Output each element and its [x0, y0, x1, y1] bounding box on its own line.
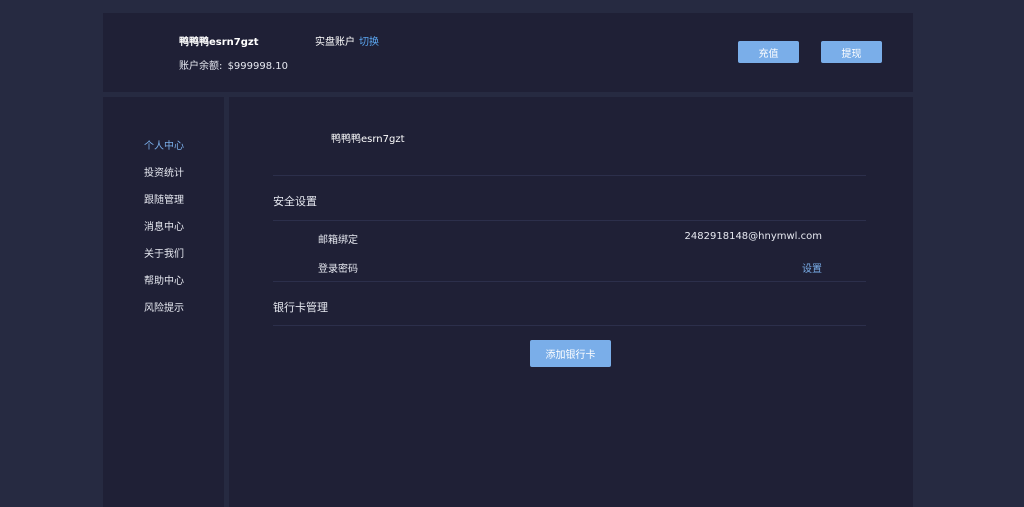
main-content: 鸭鸭鸭esrn7gzt 安全设置 邮箱绑定 2482918148@hnymwl.…	[229, 97, 913, 507]
sidebar-item-help-center[interactable]: 帮助中心	[144, 272, 184, 287]
balance-value: $999998.10	[227, 61, 289, 72]
sidebar-item-message-center[interactable]: 消息中心	[144, 218, 184, 233]
header-username: 鸭鸭鸭esrn7gzt	[179, 37, 259, 48]
sidebar-item-investment-stats[interactable]: 投资统计	[144, 164, 184, 179]
account-type: 实盘账户 切换	[315, 33, 379, 48]
security-settings-title: 安全设置	[273, 195, 317, 208]
page-container: 鸭鸭鸭esrn7gzt 账户余额: $999998.10 实盘账户 切换 充值 提…	[103, 13, 913, 507]
divider	[273, 281, 866, 282]
divider	[273, 325, 866, 326]
add-bank-card-button[interactable]: 添加银行卡	[530, 340, 611, 367]
switch-account-link[interactable]: 切换	[359, 37, 379, 48]
profile-name: 鸭鸭鸭esrn7gzt	[331, 134, 405, 145]
bank-card-management-title: 银行卡管理	[273, 301, 328, 314]
email-binding-label: 邮箱绑定	[318, 235, 358, 246]
sidebar-item-about-us[interactable]: 关于我们	[144, 245, 184, 260]
account-type-label: 实盘账户	[315, 37, 355, 48]
account-header: 鸭鸭鸭esrn7gzt 账户余额: $999998.10 实盘账户 切换 充值 提…	[103, 13, 913, 92]
email-value: 2482918148@hnymwl.com	[684, 231, 822, 242]
withdraw-button[interactable]: 提现	[821, 41, 882, 63]
divider	[273, 220, 866, 221]
sidebar: 个人中心 投资统计 跟随管理 消息中心 关于我们 帮助中心 风险提示	[103, 97, 224, 507]
balance-label: 账户余额:	[179, 61, 223, 72]
set-password-link[interactable]: 设置	[802, 260, 822, 275]
sidebar-item-personal-center[interactable]: 个人中心	[144, 137, 184, 152]
deposit-button[interactable]: 充值	[738, 41, 799, 63]
login-password-label: 登录密码	[318, 264, 358, 275]
account-balance: 账户余额: $999998.10	[179, 57, 288, 72]
sidebar-item-follow-management[interactable]: 跟随管理	[144, 191, 184, 206]
divider	[273, 175, 866, 176]
sidebar-item-risk-warning[interactable]: 风险提示	[144, 299, 184, 314]
